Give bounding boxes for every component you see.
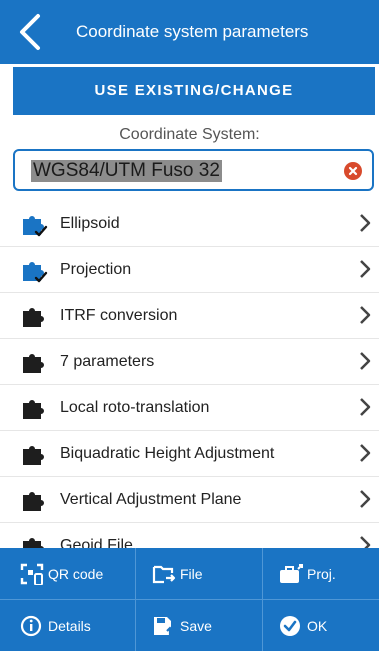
list-item-label: Ellipsoid: [60, 215, 120, 232]
list-item-7-parameters[interactable]: 7 parameters: [0, 339, 379, 385]
page-title: Coordinate system parameters: [76, 22, 309, 41]
info-icon: [20, 615, 42, 637]
file-label: File: [180, 566, 203, 582]
list-item-geoid-file[interactable]: Geoid File: [0, 523, 379, 548]
bottom-toolbar: QR code File Proj. Details Save OK: [0, 548, 379, 651]
use-existing-change-button[interactable]: USE EXISTING/CHANGE: [13, 67, 375, 115]
qr-scan-icon: [20, 563, 44, 585]
ok-label: OK: [307, 618, 328, 634]
details-button[interactable]: Details: [4, 600, 130, 651]
proj-button[interactable]: Proj.: [263, 548, 379, 599]
list-item-label: Geoid File: [60, 537, 133, 548]
puzzle-check-icon: [23, 262, 48, 283]
check-circle-icon: [280, 616, 300, 636]
list-item-vertical-adjustment-plane[interactable]: Vertical Adjustment Plane: [0, 477, 379, 523]
puzzle-icon: [23, 446, 44, 465]
chevron-right-icon: [360, 306, 371, 324]
chevron-left-icon[interactable]: [14, 12, 50, 52]
save-label: Save: [180, 618, 212, 634]
proj-label: Proj.: [307, 566, 336, 582]
chevron-right-icon: [360, 490, 371, 508]
coordinate-system-value[interactable]: WGS84/UTM Fuso 32: [31, 160, 222, 182]
list-item-biquadratic-height-adjustment[interactable]: Biquadratic Height Adjustment: [0, 431, 379, 477]
puzzle-icon: [23, 538, 44, 548]
puzzle-icon: [23, 354, 44, 373]
chevron-right-icon: [360, 352, 371, 370]
details-label: Details: [48, 618, 91, 634]
chevron-right-icon: [360, 398, 371, 416]
list-item-label: Projection: [60, 261, 132, 278]
save-button[interactable]: Save: [136, 600, 262, 651]
list-item-ellipsoid[interactable]: Ellipsoid: [0, 201, 379, 247]
chevron-right-icon: [360, 536, 371, 548]
list-item-itrf-conversion[interactable]: ITRF conversion: [0, 293, 379, 339]
list-item-label: Local roto-translation: [60, 399, 210, 416]
clear-icon[interactable]: [344, 162, 362, 180]
qr-code-label: QR code: [48, 566, 104, 582]
puzzle-check-icon: [23, 216, 48, 237]
list-item-label: ITRF conversion: [60, 307, 178, 324]
puzzle-icon: [23, 308, 44, 327]
coordinate-system-field[interactable]: WGS84/UTM Fuso 32: [13, 149, 374, 191]
parameter-list: Ellipsoid Projection ITRF conversion 7 p…: [0, 201, 379, 548]
save-icon: [154, 617, 174, 636]
file-open-icon: [152, 565, 176, 584]
chevron-right-icon: [360, 214, 371, 232]
app-header: Coordinate system parameters: [0, 0, 379, 64]
list-item-label: Biquadratic Height Adjustment: [60, 445, 275, 462]
qr-code-button[interactable]: QR code: [4, 548, 130, 599]
list-item-local-roto-translation[interactable]: Local roto-translation: [0, 385, 379, 431]
ok-button[interactable]: OK: [263, 600, 379, 651]
puzzle-icon: [23, 400, 44, 419]
list-item-label: 7 parameters: [60, 353, 155, 370]
list-item-projection[interactable]: Projection: [0, 247, 379, 293]
coordinate-system-label: Coordinate System:: [119, 126, 260, 143]
file-button[interactable]: File: [136, 548, 262, 599]
chevron-right-icon: [360, 444, 371, 462]
briefcase-icon: [280, 564, 303, 583]
list-item-label: Vertical Adjustment Plane: [60, 491, 242, 508]
puzzle-icon: [23, 492, 44, 511]
chevron-right-icon: [360, 260, 371, 278]
